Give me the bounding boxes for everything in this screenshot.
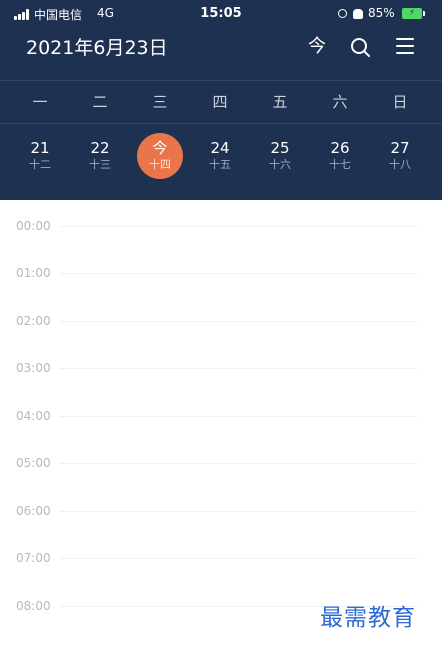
lunar-date: 十七 [329, 158, 351, 171]
hour-label: 08:00 [16, 599, 51, 613]
status-bar: 中国电信 4G 15:05 85% ⚡ [0, 0, 442, 28]
lunar-date: 十四 [149, 158, 171, 171]
weekday-label: 五 [272, 93, 288, 111]
weekday-divider [0, 123, 442, 124]
weekday-label: 三 [152, 93, 168, 111]
header-divider [0, 80, 442, 81]
page-title[interactable]: 2021年6月23日 [26, 36, 168, 60]
hour-label: 07:00 [16, 551, 51, 565]
hour-label: 04:00 [16, 409, 51, 423]
day-number: 今 [152, 139, 168, 157]
lunar-date: 十五 [209, 158, 231, 171]
hour-label: 02:00 [16, 314, 51, 328]
hour-label: 01:00 [16, 266, 51, 280]
time-slot[interactable]: 06:00 [0, 501, 442, 521]
lunar-date: 十二 [29, 158, 51, 171]
hour-line [60, 368, 418, 369]
day-number: 21 [30, 139, 50, 157]
time-slot[interactable]: 00:00 [0, 216, 442, 236]
alarm-icon [338, 9, 347, 18]
day-cell-today[interactable]: 今 十四 [130, 130, 190, 186]
menu-icon[interactable] [396, 38, 414, 54]
day-number: 24 [210, 139, 230, 157]
search-icon[interactable] [349, 36, 371, 58]
hour-label: 03:00 [16, 361, 51, 375]
hour-line [60, 321, 418, 322]
day-number: 26 [330, 139, 350, 157]
battery-tip [423, 11, 425, 16]
week-date-row: 21 十二 22 十三 今 十四 24 十五 25 十六 26 十七 27 十八 [10, 130, 430, 186]
weekday-row: 一 二 三 四 五 六 日 [10, 84, 430, 120]
weekday-label: 二 [92, 93, 108, 111]
hour-line [60, 226, 418, 227]
hour-line [60, 511, 418, 512]
day-cell[interactable]: 26 十七 [310, 130, 370, 186]
lunar-date: 十三 [89, 158, 111, 171]
hour-label: 00:00 [16, 219, 51, 233]
weekday-label: 四 [212, 93, 228, 111]
battery-icon: ⚡ [402, 8, 422, 19]
calendar-header: 中国电信 4G 15:05 85% ⚡ 2021年6月23日 今 一 二 三 四… [0, 0, 442, 200]
hour-line [60, 463, 418, 464]
day-cell[interactable]: 24 十五 [190, 130, 250, 186]
lunar-date: 十六 [269, 158, 291, 171]
day-cell[interactable]: 22 十三 [70, 130, 130, 186]
day-number: 27 [390, 139, 410, 157]
weekday-label: 一 [32, 93, 48, 111]
time-slot[interactable]: 01:00 [0, 263, 442, 283]
time-slot[interactable]: 03:00 [0, 358, 442, 378]
day-timeline[interactable]: 00:00 01:00 02:00 03:00 04:00 05:00 06:0… [0, 200, 442, 646]
day-cell[interactable]: 25 十六 [250, 130, 310, 186]
day-number: 22 [90, 139, 110, 157]
hour-label: 06:00 [16, 504, 51, 518]
today-button[interactable]: 今 [304, 34, 330, 60]
time-slot[interactable]: 04:00 [0, 406, 442, 426]
time-slot[interactable]: 02:00 [0, 311, 442, 331]
weekday-label: 日 [392, 93, 408, 111]
weekday-label: 六 [332, 93, 348, 111]
day-cell[interactable]: 27 十八 [370, 130, 430, 186]
hour-line [60, 273, 418, 274]
time-slot[interactable]: 05:00 [0, 453, 442, 473]
clock-alarm-icon [353, 9, 363, 19]
battery-percent: 85% [368, 6, 395, 20]
hour-line [60, 416, 418, 417]
watermark-logo: 最需教育 [320, 605, 416, 631]
hour-label: 05:00 [16, 456, 51, 470]
lunar-date: 十八 [389, 158, 411, 171]
day-cell[interactable]: 21 十二 [10, 130, 70, 186]
time-slot[interactable]: 07:00 [0, 548, 442, 568]
day-number: 25 [270, 139, 290, 157]
hour-line [60, 558, 418, 559]
